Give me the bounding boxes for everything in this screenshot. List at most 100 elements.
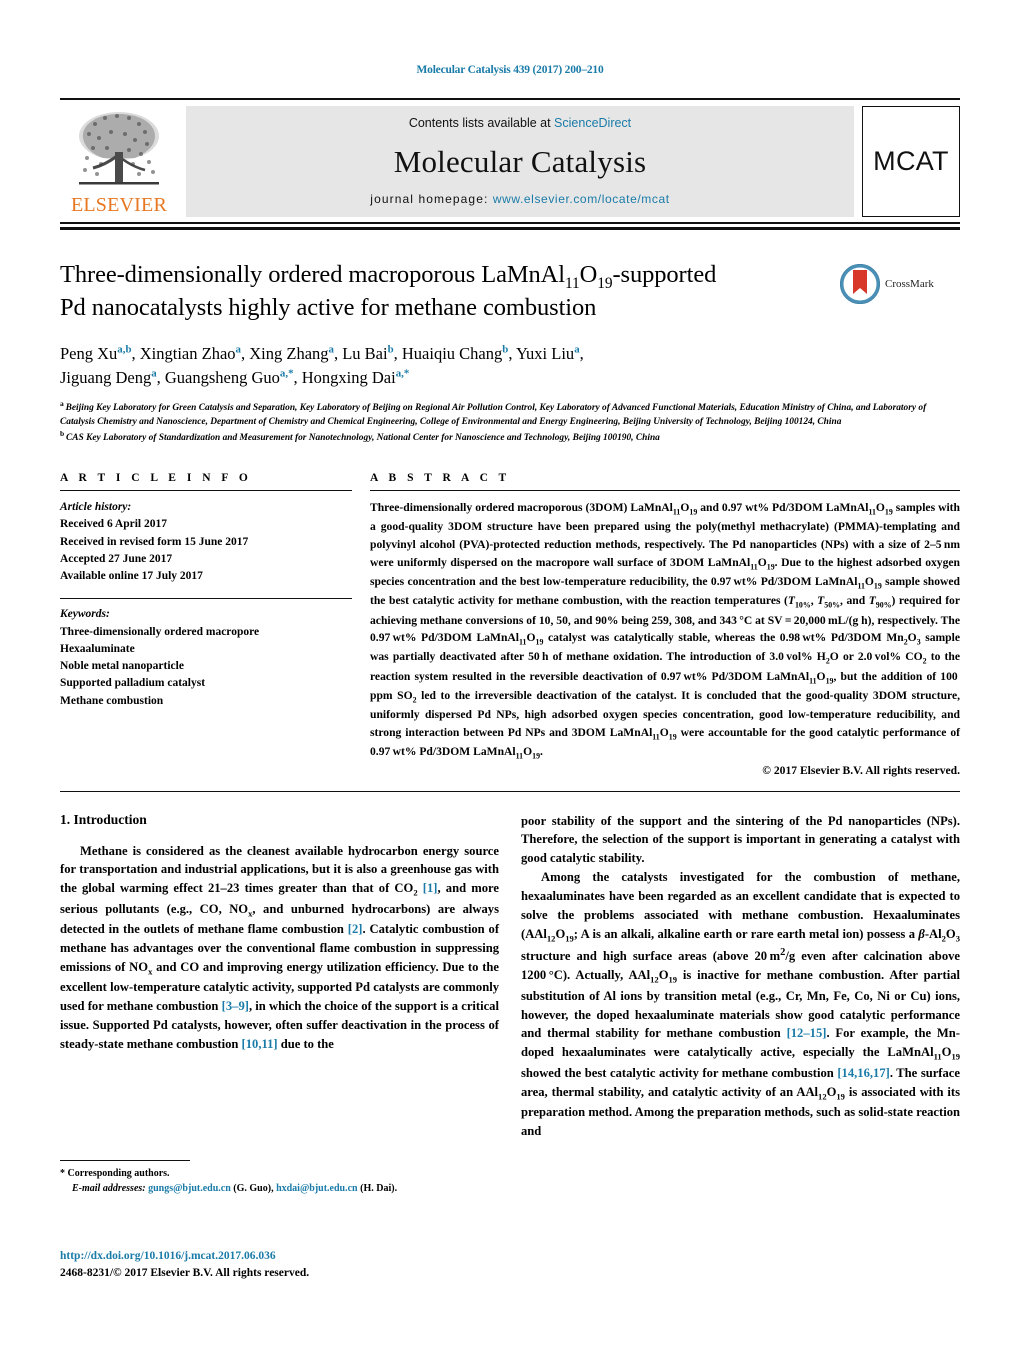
article-history-item: Received 6 April 2017 bbox=[60, 518, 167, 531]
article-history-item: Accepted 27 June 2017 bbox=[60, 552, 173, 565]
abstract-column: A B S T R A C T Three-dimensionally orde… bbox=[370, 472, 961, 777]
running-head: Molecular Catalysis 439 (2017) 200–210 bbox=[416, 64, 604, 76]
info-abstract-row: A R T I C L E I N F O Article history: R… bbox=[60, 472, 961, 777]
email-link-dai[interactable]: hxdai@bjut.edu.cn bbox=[276, 1183, 358, 1194]
footnote-block: * Corresponding authors. E-mail addresse… bbox=[60, 1160, 480, 1196]
masthead-center: Contents lists available at ScienceDirec… bbox=[186, 106, 854, 217]
affiliation-text: Beijing Key Laboratory for Green Catalys… bbox=[60, 403, 927, 427]
affiliation-text: CAS Key Laboratory of Standardization an… bbox=[66, 433, 660, 444]
affiliation-entry: b CAS Key Laboratory of Standardization … bbox=[60, 429, 960, 446]
elsevier-tree-icon bbox=[79, 112, 159, 185]
author-affiliation-marker: b bbox=[502, 343, 509, 356]
abstract-rule bbox=[370, 490, 960, 492]
contents-lists-line: Contents lists available at ScienceDirec… bbox=[409, 116, 631, 130]
author-affiliation-marker: a bbox=[235, 343, 241, 356]
journal-badge: MCAT bbox=[862, 106, 960, 217]
author-list: Peng Xua,b, Xingtian Zhaoa, Xing Zhanga,… bbox=[60, 343, 584, 388]
article-history-list: Received 6 April 2017 Received in revised… bbox=[60, 516, 352, 585]
author-name: Peng Xu bbox=[60, 344, 118, 364]
abstract-heading: A B S T R A C T bbox=[370, 472, 511, 485]
body-column-right: poor stability of the support and the si… bbox=[521, 812, 960, 1141]
doi-block: http://dx.doi.org/10.1016/j.mcat.2017.06… bbox=[60, 1248, 520, 1283]
author-name: Xing Zhang bbox=[249, 344, 329, 364]
journal-homepage-line: journal homepage: www.elsevier.com/locat… bbox=[370, 192, 669, 206]
contents-prefix: Contents lists available at bbox=[408, 116, 555, 130]
article-history-item: Available online 17 July 2017 bbox=[60, 570, 203, 583]
email-owner-dai: (H. Dai). bbox=[360, 1182, 398, 1194]
elsevier-logo: ELSEVIER bbox=[60, 106, 178, 217]
author-name: Guangsheng Guo bbox=[164, 368, 280, 388]
author-affiliation-marker: a bbox=[151, 367, 157, 380]
author-name: Yuxi Liu bbox=[515, 344, 575, 364]
title-line1-part-b: O bbox=[579, 261, 598, 288]
body-columns: 1. Introduction Methane is considered as… bbox=[60, 812, 960, 1141]
citation-ref-2[interactable]: [2] bbox=[348, 922, 363, 936]
abstract-text: Three-dimensionally ordered macroporous … bbox=[370, 501, 961, 761]
keywords-list: Three-dimensionally ordered macropore Hex… bbox=[60, 624, 352, 710]
keyword-item: Methane combustion bbox=[60, 694, 164, 707]
title-block: Three-dimensionally ordered macroporous … bbox=[60, 260, 960, 324]
section-title-introduction: 1. Introduction bbox=[60, 811, 147, 827]
homepage-prefix: journal homepage: bbox=[370, 192, 493, 206]
abstract-bottom-rule bbox=[60, 790, 960, 792]
crossmark-badge[interactable]: CrossMark bbox=[840, 260, 960, 304]
keyword-item: Noble metal nanoparticle bbox=[60, 660, 184, 673]
body-column-left: 1. Introduction Methane is considered as… bbox=[60, 812, 499, 1141]
affiliation-list: a Beijing Key Laboratory for Green Catal… bbox=[60, 399, 960, 446]
email-owner-guo: (G. Guo) bbox=[233, 1182, 272, 1194]
corresponding-authors-line: * Corresponding authors. bbox=[60, 1168, 170, 1179]
title-wrap: Three-dimensionally ordered macroporous … bbox=[60, 260, 840, 324]
author-affiliation-marker: a,b bbox=[117, 343, 132, 356]
author-name: Hongxing Dai bbox=[301, 368, 396, 388]
doi-link[interactable]: http://dx.doi.org/10.1016/j.mcat.2017.06… bbox=[60, 1248, 520, 1265]
page-title: Three-dimensionally ordered macroporous … bbox=[60, 260, 828, 324]
keywords-rule bbox=[60, 598, 352, 600]
sciencedirect-link[interactable]: ScienceDirect bbox=[554, 116, 631, 130]
author-affiliation-marker: a,* bbox=[395, 367, 410, 380]
masthead-bottom-rule bbox=[60, 227, 960, 230]
author-name: Huaiqiu Chang bbox=[401, 344, 503, 364]
title-line2: Pd nanocatalysts highly active for metha… bbox=[60, 294, 597, 322]
email-label: E-mail addresses: bbox=[72, 1182, 146, 1194]
keyword-item: Three-dimensionally ordered macropore bbox=[60, 625, 260, 638]
author-affiliation-marker: a bbox=[574, 343, 580, 356]
corresponding-author-note: * Corresponding authors. E-mail addresse… bbox=[60, 1167, 480, 1196]
article-history-item: Received in revised form 15 June 2017 bbox=[60, 535, 249, 548]
citation-ref-14-16-17[interactable]: [14,16,17] bbox=[837, 1066, 889, 1080]
article-history-label: Article history: bbox=[60, 501, 132, 514]
author-name: Xingtian Zhao bbox=[139, 344, 236, 364]
footnote-rule bbox=[60, 1160, 190, 1161]
journal-article-page: Molecular Catalysis 439 (2017) 200–210 E… bbox=[0, 0, 1020, 1351]
citation-ref-3-9[interactable]: [3–9] bbox=[222, 999, 249, 1013]
abstract-copyright: © 2017 Elsevier B.V. All rights reserved… bbox=[762, 763, 960, 777]
intro-paragraph-1: Methane is considered as the cleanest av… bbox=[60, 843, 500, 1051]
citation-ref-12-15[interactable]: [12–15] bbox=[787, 1026, 827, 1040]
citation-ref-1[interactable]: [1] bbox=[423, 881, 438, 895]
title-line1-part-c: -supported bbox=[612, 261, 717, 288]
intro-paragraph-1-continued: poor stability of the support and the si… bbox=[521, 813, 960, 866]
crossmark-label: CrossMark bbox=[885, 278, 934, 290]
issn-copyright-line: 2468-8231/© 2017 Elsevier B.V. All right… bbox=[60, 1267, 310, 1280]
title-sub-19: 19 bbox=[597, 274, 613, 292]
email-link-guo[interactable]: gungs@bjut.edu.cn bbox=[148, 1183, 231, 1194]
author-affiliation-marker: a bbox=[328, 343, 334, 356]
keyword-item: Supported palladium catalyst bbox=[60, 677, 206, 690]
author-name: Lu Bai bbox=[342, 344, 388, 364]
title-line1-part-a: Three-dimensionally ordered macroporous … bbox=[60, 261, 565, 288]
citation-ref-10-11[interactable]: [10,11] bbox=[242, 1037, 278, 1051]
journal-title: Molecular Catalysis bbox=[393, 143, 647, 179]
keyword-item: Hexaaluminate bbox=[60, 642, 135, 655]
keywords-label: Keywords: bbox=[60, 608, 110, 621]
crossmark-icon bbox=[840, 264, 880, 304]
journal-masthead: ELSEVIER Contents lists available at Sci… bbox=[60, 98, 960, 224]
intro-paragraph-2: Among the catalysts investigated for the… bbox=[521, 870, 961, 1138]
article-info-rule bbox=[60, 490, 352, 492]
journal-homepage-link[interactable]: www.elsevier.com/locate/mcat bbox=[493, 192, 670, 206]
article-info-column: A R T I C L E I N F O Article history: R… bbox=[60, 472, 352, 776]
email-addresses-line: E-mail addresses: gungs@bjut.edu.cn (G. … bbox=[60, 1182, 480, 1197]
author-affiliation-marker: b bbox=[387, 343, 394, 356]
author-name: Jiguang Deng bbox=[60, 368, 152, 388]
elsevier-wordmark: ELSEVIER bbox=[70, 194, 168, 216]
affiliation-entry: a Beijing Key Laboratory for Green Catal… bbox=[60, 399, 960, 429]
